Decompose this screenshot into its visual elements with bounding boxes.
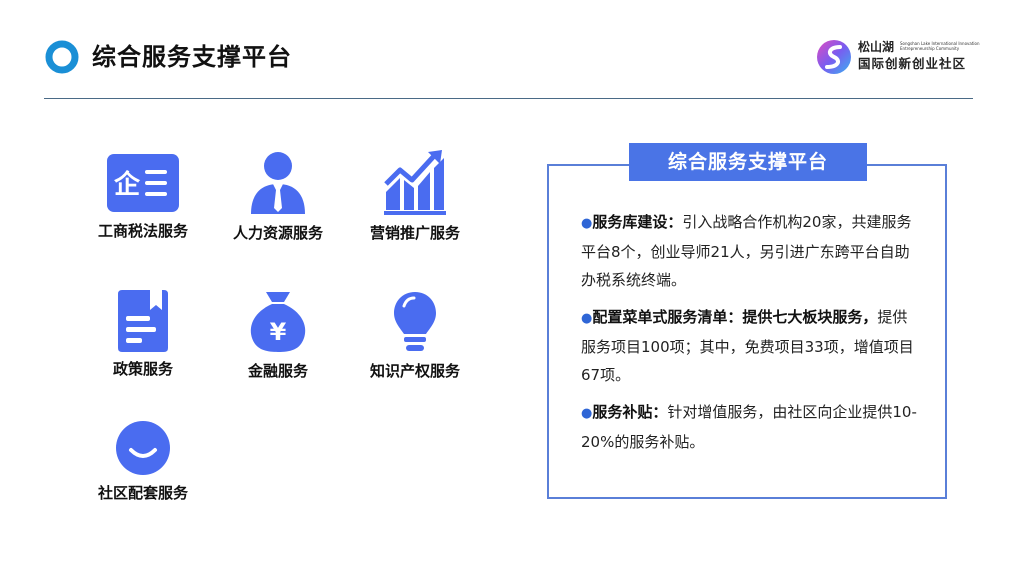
panel-item: ●服务补贴：针对增值服务，由社区向企业提供10-20%的服务补贴。 [581,398,921,456]
item-heading: 服务库建设： [592,213,683,231]
community-logo: 松山湖 Songshan Lake International Innovati… [815,38,980,78]
person-icon [251,152,305,214]
logo-english-name: Songshan Lake International Innovation E… [900,41,980,51]
header-divider [44,98,973,99]
service-business-tax: 企 工商税法服务 [73,152,213,241]
money-bag-icon: ¥ [250,292,306,352]
bullet-icon: ● [581,406,593,421]
smile-icon [116,421,170,475]
panel-item: ●服务库建设：引入战略合作机构20家，共建服务平台8个，创业导师21人，另引进广… [581,208,921,294]
service-label: 营销推广服务 [369,224,460,242]
service-intellectual-property: 知识产权服务 [345,290,485,381]
title-ring-icon [45,40,79,74]
bullet-icon: ● [581,216,593,231]
service-community: 社区配套服务 [73,420,213,503]
growth-chart-icon [384,150,446,215]
bullet-icon: ● [581,311,593,326]
logo-name: 松山湖 [858,40,895,54]
logo-mark-icon [817,40,851,74]
service-label: 人力资源服务 [232,224,323,242]
lightbulb-icon [394,292,436,351]
item-heading: 配置菜单式服务清单：提供七大板块服务， [592,308,878,326]
service-finance: ¥ 金融服务 [208,290,348,381]
service-policy: 政策服务 [73,290,213,379]
service-marketing: 营销推广服务 [345,148,485,243]
enterprise-icon: 企 [107,154,179,212]
document-icon [118,290,168,352]
page-title: 综合服务支撑平台 [92,43,292,71]
panel-item: ●配置菜单式服务清单：提供七大板块服务，提供服务项目100项；其中，免费项目33… [581,303,921,389]
service-label: 社区配套服务 [97,484,188,502]
logo-subtitle: 国际创新创业社区 [858,56,967,71]
svg-text:¥: ¥ [270,318,287,346]
service-label: 知识产权服务 [369,362,460,380]
panel-title: 综合服务支撑平台 [629,143,867,181]
service-label: 政策服务 [112,360,173,378]
panel-content: ●服务库建设：引入战略合作机构20家，共建服务平台8个，创业导师21人，另引进广… [581,208,921,465]
service-human-resources: 人力资源服务 [208,150,348,243]
service-label: 金融服务 [247,362,308,380]
service-label: 工商税法服务 [97,222,188,240]
item-heading: 服务补贴： [592,403,668,421]
svg-text:企: 企 [114,169,141,200]
